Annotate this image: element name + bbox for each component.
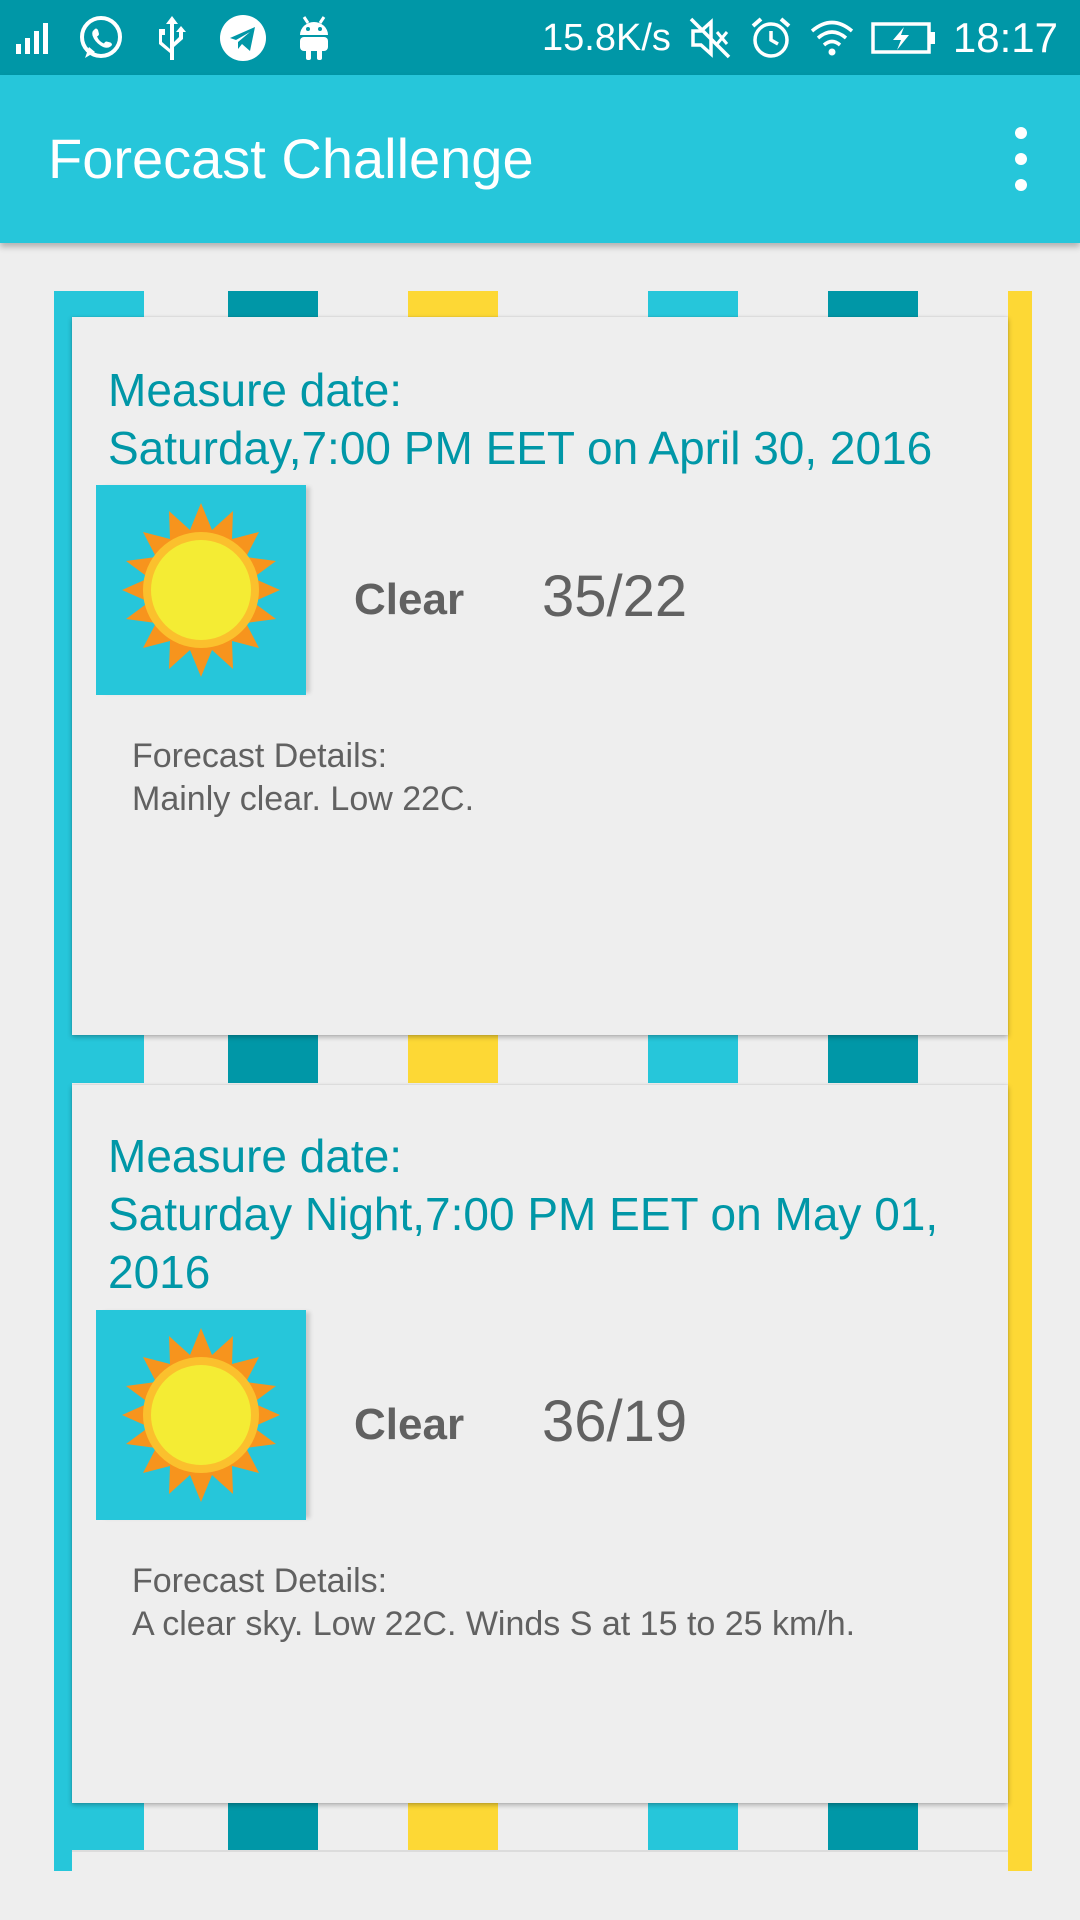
sun-icon [122, 1328, 280, 1502]
sun-icon [122, 503, 280, 677]
stripe-segment [228, 1035, 318, 1083]
frame-right-border [1008, 291, 1032, 1871]
app-bar: Forecast Challenge [0, 75, 1080, 243]
stripe-segment [228, 1802, 318, 1850]
stripe-segment [72, 1802, 144, 1850]
usb-icon [152, 13, 192, 63]
stripe-segment [72, 1035, 144, 1083]
forecast-details: Forecast Details: Mainly clear. Low 22C. [132, 735, 474, 821]
android-icon [294, 13, 334, 63]
details-text: Mainly clear. Low 22C. [132, 780, 475, 818]
signal-icon [14, 20, 50, 56]
status-bar: 15.8K/s 18:17 [0, 0, 1080, 75]
measure-date-label: Measure date: [108, 364, 403, 416]
telegram-icon [218, 13, 268, 63]
stripe-segment [408, 1802, 498, 1850]
wifi-icon [809, 18, 855, 58]
overflow-dot [1015, 127, 1027, 139]
app-title: Forecast Challenge [48, 127, 534, 190]
frame-left-border [54, 291, 72, 1871]
stripe-segment [828, 1035, 918, 1083]
measure-date-value: Saturday Night,7:00 PM EET on May 01, 20… [108, 1188, 939, 1298]
stripe-segment [648, 1802, 738, 1850]
status-left-icons [14, 10, 334, 66]
overflow-dot [1015, 179, 1027, 191]
condition-label: Clear [354, 1400, 465, 1449]
more-vert-icon[interactable] [996, 127, 1046, 191]
measure-date: Measure date: Saturday,7:00 PM EET on Ap… [108, 361, 978, 477]
whatsapp-icon [76, 13, 126, 63]
frame-divider [72, 1850, 1008, 1852]
clock: 18:17 [952, 14, 1058, 61]
status-right-icons: 15.8K/s 18:17 [542, 10, 1058, 66]
network-speed: 15.8K/s [542, 16, 671, 59]
stripe-segment [828, 1802, 918, 1850]
details-label: Forecast Details: [132, 1562, 388, 1600]
weather-icon-box [96, 1310, 306, 1520]
stripe-segment [648, 1035, 738, 1083]
weather-icon-box [96, 485, 306, 695]
measure-date-value: Saturday,7:00 PM EET on April 30, 2016 [108, 422, 933, 474]
details-text: A clear sky. Low 22C. Winds S at 15 to 2… [132, 1605, 856, 1643]
stripe-segment [408, 1035, 498, 1083]
mute-icon [687, 15, 733, 61]
condition-label: Clear [354, 575, 465, 624]
forecast-details: Forecast Details: A clear sky. Low 22C. … [132, 1560, 855, 1646]
stripe-band [72, 1802, 1008, 1850]
forecast-card[interactable]: Measure date: Saturday Night,7:00 PM EET… [72, 1085, 1008, 1803]
measure-date: Measure date: Saturday Night,7:00 PM EET… [108, 1127, 978, 1301]
details-label: Forecast Details: [132, 737, 388, 775]
forecast-card[interactable]: Measure date: Saturday,7:00 PM EET on Ap… [72, 317, 1008, 1035]
alarm-icon [749, 15, 793, 61]
measure-date-label: Measure date: [108, 1130, 403, 1182]
overflow-dot [1015, 153, 1027, 165]
temperature-range: 35/22 [542, 564, 688, 629]
temperature-range: 36/19 [542, 1389, 688, 1454]
stripe-band [72, 1035, 1008, 1083]
battery-charging-icon [871, 20, 937, 56]
